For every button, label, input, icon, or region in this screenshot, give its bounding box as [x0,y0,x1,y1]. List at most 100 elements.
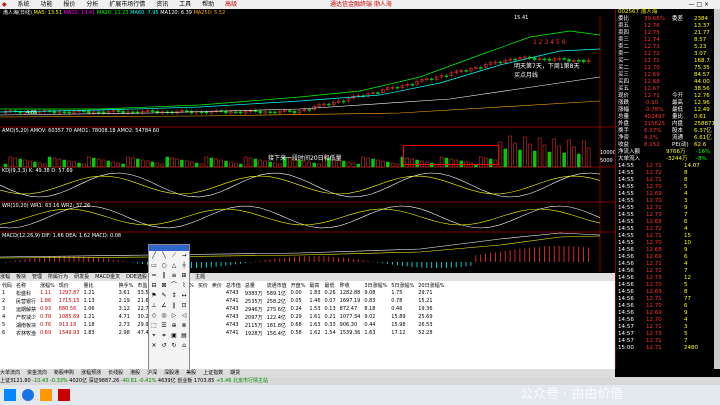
bottom-tab[interactable]: 大单流向 [0,370,20,376]
column-header[interactable]: 昨收 [338,281,363,289]
drawing-tool-icon[interactable]: ↻ [170,342,178,350]
table-tab[interactable]: 涨幅 [0,274,10,280]
drawing-tool-icon[interactable]: ⊥ [150,302,158,310]
drawing-tool-icon[interactable]: ⊕ [170,322,178,330]
menu-item-function[interactable]: 功能 [40,0,52,9]
drawing-tool-icon[interactable]: ╱ [150,252,158,260]
drawing-tool-icon[interactable]: ☰ [160,322,168,330]
column-header[interactable]: 20日涨幅% [416,281,446,289]
drawing-tool-icon[interactable]: ○ [160,262,168,270]
table-row[interactable]: 1松盛科1.111297.871.213.6133.5114.190.69474… [0,289,446,297]
drawing-tool-icon[interactable]: ▣ [170,332,178,340]
drawing-tool-icon[interactable]: ✕ [150,342,158,350]
drawing-tool-icon[interactable]: ✎ [160,292,168,300]
drawing-tool-icon[interactable]: ↺ [160,342,168,350]
column-header[interactable]: 3日涨幅% [362,281,389,289]
drawing-tool-icon[interactable]: ∠ [160,302,168,310]
table-tab[interactable]: DDE选股 [126,274,147,280]
table-row[interactable]: 5湖南板块0.76913.181.182.7329.996.801.024743… [0,321,446,329]
menu-item-tools[interactable]: 工具 [179,0,191,9]
window-controls[interactable]: — □ × [688,0,709,9]
start-icon[interactable] [4,389,16,401]
drawing-tool-icon[interactable]: → [180,252,188,260]
drawing-tool-icon[interactable]: ⌂ [180,342,188,350]
tdx-app-icon[interactable] [58,389,70,401]
column-header[interactable]: 换手% [117,281,136,289]
menu-item-advanced[interactable]: 高级 [225,0,237,9]
drawing-tool-icon[interactable]: △ [170,262,178,270]
drawing-tool-icon[interactable]: ⌖ [150,332,158,340]
drawing-tool-icon[interactable]: ⊟ [150,282,158,290]
browser-icon[interactable] [22,389,34,401]
table-tab[interactable]: 管理 [32,274,42,280]
column-header[interactable]: 现价 [57,281,82,289]
table-tab[interactable]: MACD金叉 [95,274,120,280]
drawing-tool-icon[interactable]: ⚑ [150,292,158,300]
drawing-tool-icon[interactable]: ⊗ [180,322,188,330]
drawing-tool-icon[interactable]: ⌇ [180,282,188,290]
drawing-tool-icon[interactable]: ◎ [160,312,168,320]
table-row[interactable]: 3运期解禁0.93880.561.063.1222.746.080.454743… [0,305,446,313]
drawing-tool-icon[interactable]: ┼ [180,262,188,270]
drawing-tool-icon[interactable]: ⊡ [180,302,188,310]
bottom-tab[interactable]: 沪深 [147,370,157,376]
bottom-tab[interactable]: 上证指数 [203,370,223,376]
menu-item-help[interactable]: 帮助 [202,0,214,9]
drawing-tool-icon[interactable]: ⟋ [170,252,178,260]
table-tab[interactable]: 研发投 [74,274,89,280]
drawing-toolbar[interactable]: ╱ ╲ ⟋ → ▭ ○ △ ┼ ═ ‖ ≡ ⊞ ⊟ ⊠ ⌒ ⌇ ⚑ ✎ ↕ ↔ ⊥ ∠ ∥ ⊡ ◇ ◎ ▷ ◁ ⬚ ☰ ⊕ ⊗ ⌖ ⌗ ▣ ▤ ✕ ↺ ↻ ⌂ [148,244,190,376]
drawing-tool-icon[interactable]: ⌗ [160,332,168,340]
bottom-tab[interactable]: 港股 [130,370,140,376]
drawing-tool-icon[interactable]: ↕ [170,292,178,300]
column-header[interactable]: 总量 [243,281,265,289]
drawing-tool-icon[interactable]: ▷ [170,312,178,320]
menu-item-quote[interactable]: 报价 [63,0,75,9]
column-header[interactable]: 流通市值 [265,281,289,289]
drawing-tool-icon[interactable]: ↔ [180,292,188,300]
bottom-tab[interactable]: 美股 [186,370,196,376]
column-header[interactable]: 卖价 [210,281,224,289]
column-header[interactable]: 量比 [81,281,96,289]
drawing-tool-icon[interactable]: ⊠ [160,282,168,290]
bottom-tab[interactable]: 期货 [230,370,240,376]
drawing-tool-icon[interactable]: ⬚ [150,322,158,330]
drawing-tool-icon[interactable]: ≡ [170,272,178,280]
drawing-tool-icon[interactable]: ‖ [160,272,168,280]
table-row[interactable]: 4产权减少0.781085.691.214.7130.218.350.59474… [0,313,446,321]
column-header[interactable]: 买价 [196,281,210,289]
drawing-tool-icon[interactable]: ◇ [150,312,158,320]
table-tab[interactable]: 板块 [16,274,26,280]
drawing-tool-icon[interactable]: ═ [150,272,158,280]
bottom-tab[interactable]: 涨幅预测 [81,370,101,376]
drawing-tool-icon[interactable]: ◁ [180,312,188,320]
drawing-tool-icon[interactable]: ⌒ [170,282,178,290]
bottom-tab[interactable]: 新股申购 [54,370,74,376]
bottom-tab[interactable]: 资金流向 [27,370,47,376]
table-tab[interactable]: 主题 [195,274,205,280]
folder-icon[interactable] [40,389,52,401]
column-header[interactable]: 最高 [307,281,322,289]
drawing-tool-icon[interactable]: ╲ [160,252,168,260]
drawing-tool-icon[interactable]: ∥ [170,302,178,310]
app-logo-icon[interactable]: ◆ [2,0,7,9]
bottom-tab[interactable]: 长线股 [108,370,123,376]
drawing-tool-icon[interactable]: ▭ [150,262,158,270]
right-scrollbar[interactable] [714,9,720,369]
column-header[interactable]: 最低 [323,281,338,289]
column-header[interactable]: 代码 [0,281,14,289]
column-header[interactable]: 总市值 [224,281,243,289]
column-header[interactable]: 开盘% [289,281,308,289]
table-row[interactable]: 2民营银行1.861715.151.132.1921.6618.601.0047… [0,297,446,305]
menu-item-system[interactable]: 系统 [18,0,30,9]
column-header[interactable]: 涨幅% [38,281,57,289]
drawing-tool-icon[interactable]: ⊞ [180,272,188,280]
tick-list[interactable]: 14:55 12.71 14.07 14:55 12.72 8 14:55 12.71 8 14:… [616,163,716,352]
menu-item-extended-market[interactable]: 扩展市场行情 [109,0,145,9]
column-header[interactable]: 5日涨幅% [389,281,416,289]
drawing-tool-icon[interactable]: ▤ [180,332,188,340]
menu-item-news[interactable]: 资讯 [156,0,168,9]
table-tab[interactable]: 所属行为 [48,274,68,280]
table-row[interactable]: 6农林牧渔0.691549.931.832.9847.4610.570.9247… [0,329,446,337]
bottom-tab[interactable]: 深股通 [164,370,179,376]
column-header[interactable]: 名称 [14,281,38,289]
